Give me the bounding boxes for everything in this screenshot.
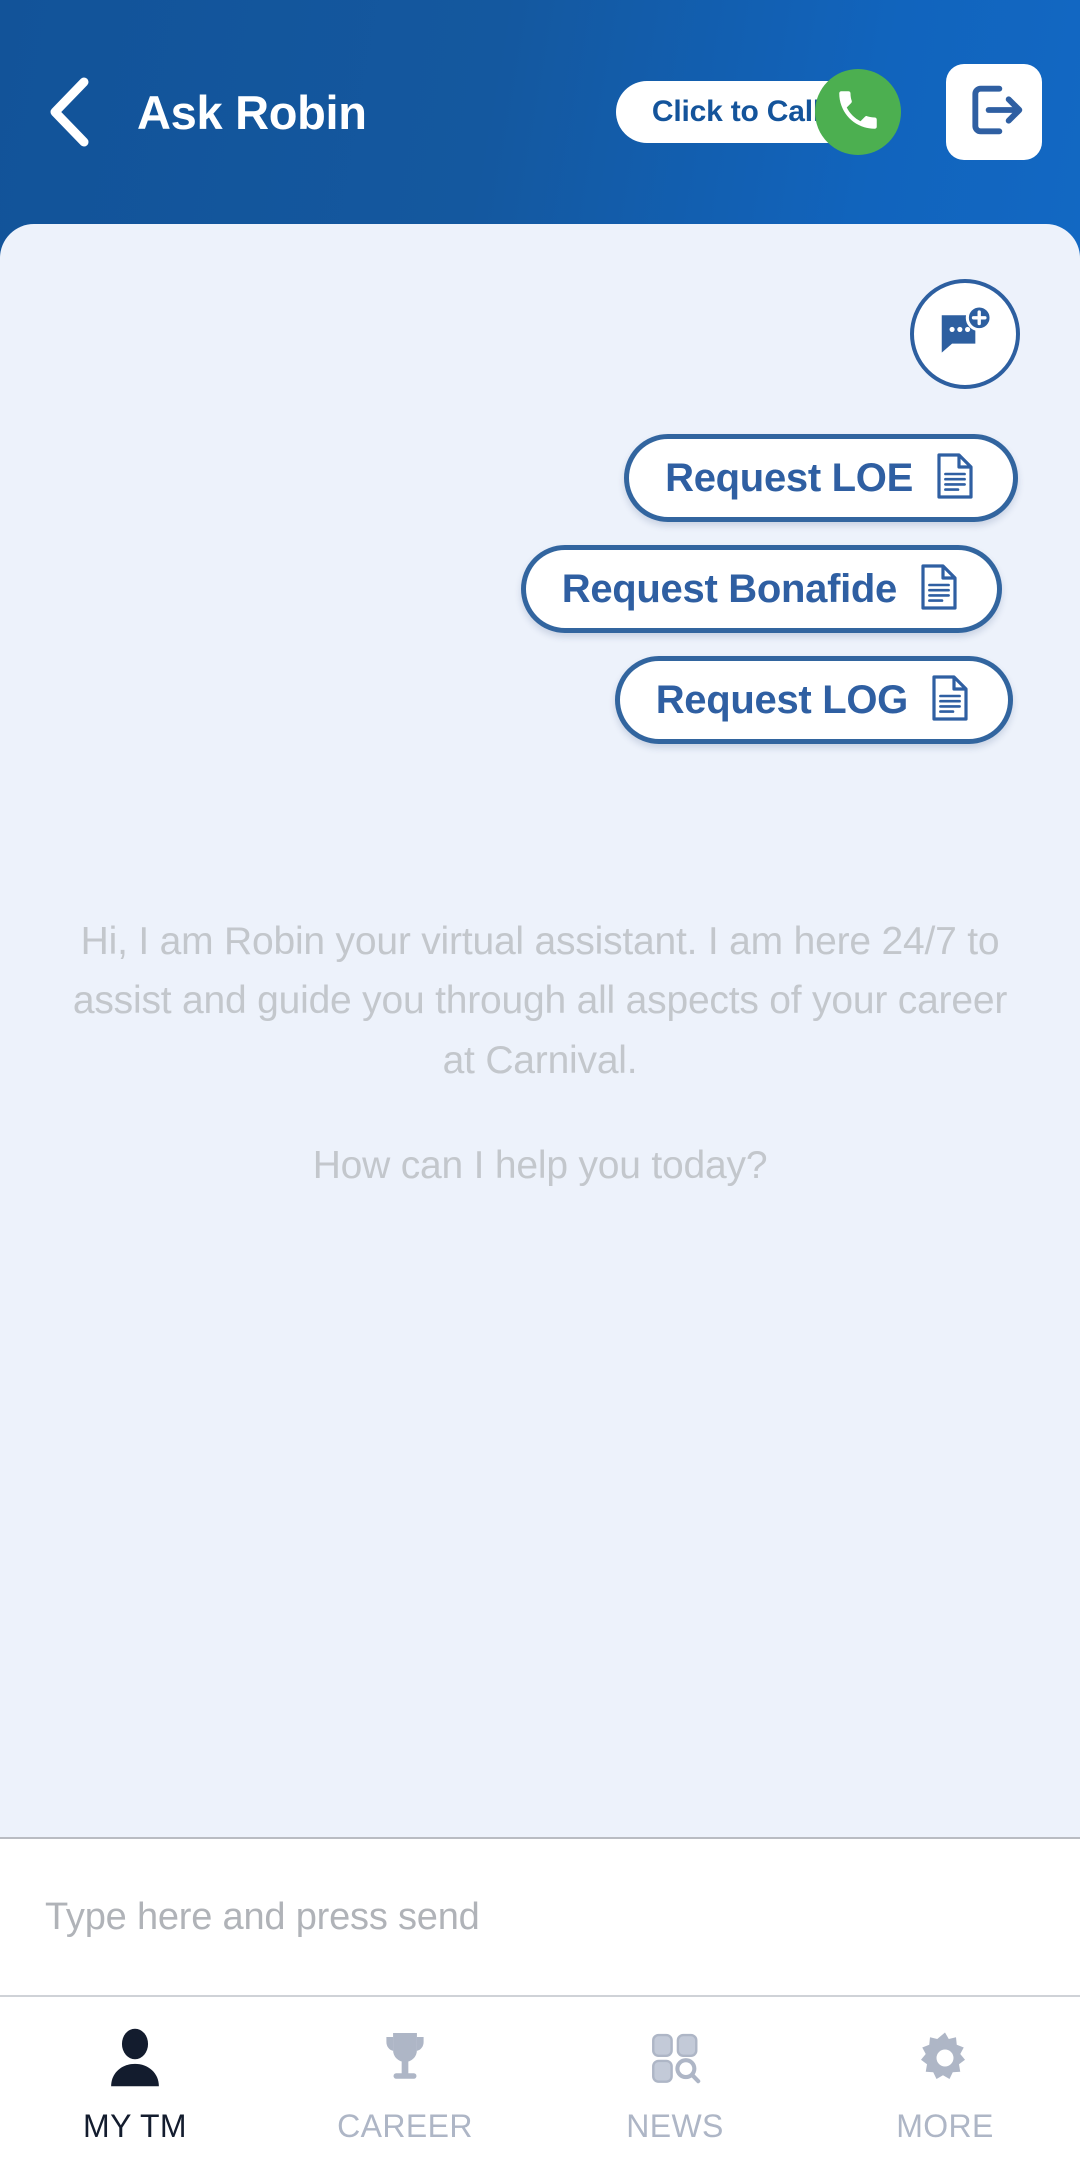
person-icon — [105, 2021, 165, 2095]
request-log-button[interactable]: Request LOG — [614, 656, 1013, 744]
tab-career[interactable]: CAREER — [270, 1997, 540, 2173]
tab-more[interactable]: MORE — [810, 1997, 1080, 2173]
phone-call-button[interactable] — [815, 69, 901, 155]
new-chat-bubble-icon — [934, 301, 996, 368]
chat-message-input[interactable] — [45, 1895, 1035, 1939]
tab-more-label: MORE — [896, 2108, 994, 2144]
click-to-call-group: Click to Call — [615, 69, 901, 155]
tab-news-label: NEWS — [626, 2108, 724, 2144]
chat-panel: Request LOE Request Bonafide Request LOG… — [0, 224, 1080, 1995]
logout-button[interactable] — [946, 64, 1042, 160]
assistant-greeting-question: How can I help you today? — [312, 1143, 768, 1187]
trophy-icon — [376, 2021, 434, 2095]
phone-icon — [833, 85, 883, 140]
document-icon — [928, 674, 972, 727]
quick-action-list: Request LOE Request Bonafide Request LOG — [45, 434, 1035, 744]
click-to-call-label: Click to Call — [651, 95, 821, 128]
tab-my-tm[interactable]: MY TM — [0, 1997, 270, 2173]
assistant-greeting: Hi, I am Robin your virtual assistant. I… — [72, 920, 1008, 1082]
grid-search-icon — [646, 2021, 704, 2095]
chevron-left-icon — [46, 75, 94, 149]
document-icon — [933, 452, 977, 505]
chat-message-list[interactable]: Request LOE Request Bonafide Request LOG… — [0, 224, 1080, 1837]
back-button[interactable] — [38, 75, 102, 149]
page-title: Ask Robin — [137, 85, 367, 139]
request-bonafide-button[interactable]: Request Bonafide — [520, 545, 1002, 633]
tab-career-label: CAREER — [337, 2108, 473, 2144]
logout-icon — [962, 78, 1026, 147]
tab-my-tm-label: MY TM — [83, 2108, 187, 2144]
new-chat-button[interactable] — [910, 279, 1020, 389]
request-loe-label: Request LOE — [665, 455, 913, 500]
request-log-label: Request LOG — [655, 677, 909, 722]
document-icon — [917, 563, 961, 616]
message-input-area — [0, 1837, 1080, 1995]
request-loe-button[interactable]: Request LOE — [624, 434, 1018, 522]
gear-icon — [915, 2021, 975, 2095]
ask-robin-screen: Ask Robin Click to Call Request LOE Requ… — [0, 0, 1080, 2173]
tab-news[interactable]: NEWS — [540, 1997, 810, 2173]
bottom-tab-bar: MY TM CAREER NEWS MORE — [0, 1995, 1080, 2173]
request-bonafide-label: Request Bonafide — [561, 566, 898, 611]
header-actions: Click to Call — [615, 64, 1042, 160]
